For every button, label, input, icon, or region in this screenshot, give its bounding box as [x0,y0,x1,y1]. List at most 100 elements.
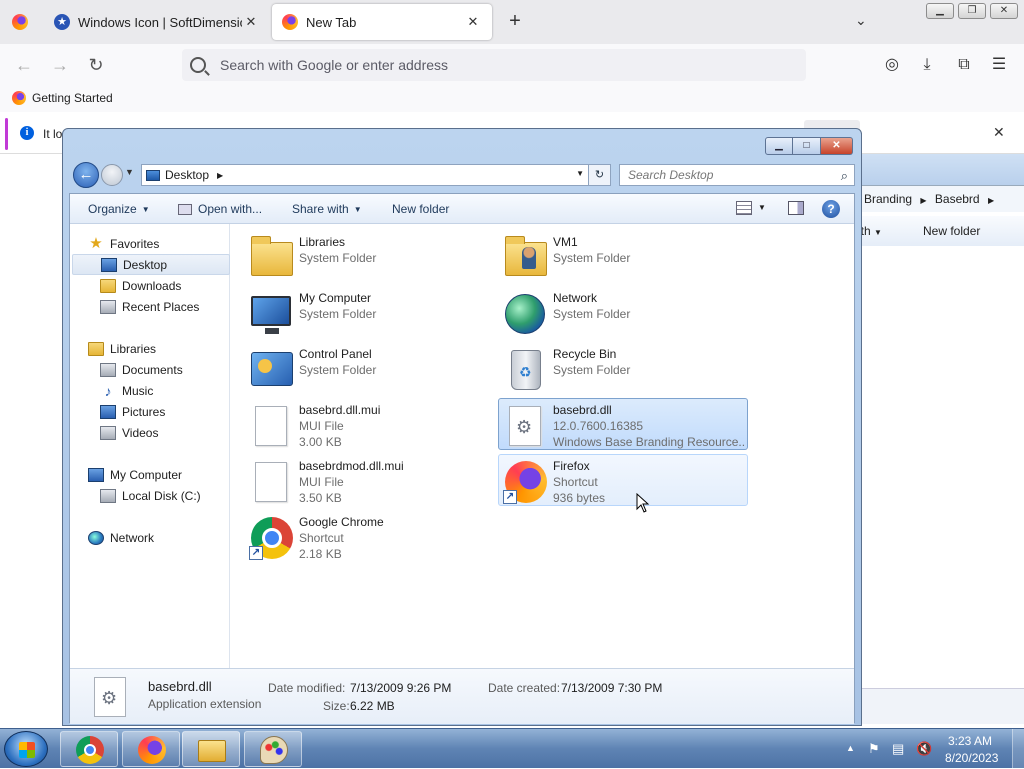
folder-icon [198,740,226,762]
bookmark-getting-started[interactable]: Getting Started [12,91,113,105]
restore-button[interactable]: ❐ [958,3,986,19]
taskbar: ▲ ⚑ ▤ 🔇 3:23 AM 8/20/2023 [0,728,1024,769]
tab-new-tab[interactable]: New Tab ✕ [272,4,492,40]
network-tray-icon[interactable]: ▤ [892,741,904,757]
list-item[interactable]: Network System Folder [498,286,748,338]
breadcrumb-item[interactable]: Branding [864,192,912,206]
pocket-icon[interactable]: ◎ [881,54,903,76]
list-item[interactable]: basebrd.dll.mui MUI File 3.00 KB [244,398,494,450]
list-item[interactable]: My Computer System Folder [244,286,494,338]
forward-button[interactable] [101,164,123,186]
sidebar-item-label: My Computer [110,467,183,482]
close-button[interactable]: ✕ [990,3,1018,19]
show-desktop-button[interactable] [1012,729,1024,769]
forward-button[interactable]: → [48,53,72,77]
list-item[interactable]: Control Panel System Folder [244,342,494,394]
list-item[interactable]: Recycle Bin System Folder [498,342,748,394]
minimize-button[interactable]: ▁ [765,137,793,155]
volume-muted-icon[interactable]: 🔇 [916,741,932,757]
libraries-icon [88,341,104,356]
minimize-button[interactable]: ▁ [926,3,954,19]
new-tab-button[interactable]: + [504,10,526,33]
sidebar-item-favorites[interactable]: ★ Favorites [88,233,228,254]
tab-softdimension[interactable]: ★ Windows Icon | SoftDimension ✕ [44,4,270,40]
background-explorer-window: Branding ▶ Basebrd ▶ ith ▼ New folder [858,154,1024,724]
menu-icon[interactable]: ☰ [988,54,1010,76]
breadcrumb[interactable]: Branding ▶ Basebrd ▶ [858,186,1024,212]
taskbar-paint[interactable] [244,731,302,767]
close-tab-icon[interactable]: ✕ [242,14,260,30]
list-item-selected[interactable]: basebrd.dll 12.0.7600.16385 Windows Base… [498,398,748,450]
firefox-icon [138,736,166,764]
dll-file-icon [501,402,549,448]
address-bar[interactable]: Desktop ▶ ▼ [141,164,589,186]
sidebar-item-local-disk[interactable]: Local Disk (C:) [100,485,228,506]
firefox-view-icon[interactable] [12,14,28,30]
item-version: 12.0.7600.16385 [553,419,644,433]
change-view-icon[interactable] [736,201,752,215]
show-hidden-icons[interactable]: ▲ [846,743,855,753]
start-button[interactable] [4,731,48,767]
maximize-button[interactable]: □ [793,137,821,155]
chevron-down-icon[interactable]: ⌄ [855,12,867,29]
sidebar-item-network[interactable]: Network [88,527,228,548]
taskbar-chrome[interactable] [60,731,118,767]
search-icon[interactable]: ⌕ [841,166,848,186]
sidebar-item-documents[interactable]: Documents [100,359,228,380]
chevron-down-icon[interactable]: ▼ [758,203,766,212]
clock-date[interactable]: 8/20/2023 [945,751,998,765]
title-bar[interactable]: ▁ □ ✕ [63,129,861,159]
sidebar-item-label: Music [122,383,154,398]
sidebar-item-downloads[interactable]: Downloads [100,275,228,296]
chevron-right-icon[interactable]: ▶ [217,171,223,180]
organize-button[interactable]: Organize ▼ [88,202,150,216]
sidebar-item-music[interactable]: ♪ Music [100,380,228,401]
breadcrumb-item[interactable]: Basebrd [935,192,980,206]
downloads-folder-icon [100,278,116,293]
breadcrumb-desktop[interactable]: Desktop [165,168,209,182]
taskbar-firefox[interactable] [122,731,180,767]
sidebar-item-label: Libraries [110,341,157,356]
list-item[interactable]: Libraries System Folder [244,230,494,282]
reload-button[interactable]: ↻ [84,53,108,77]
item-type: MUI File [299,419,344,433]
recent-pages-icon[interactable]: ▼ [125,167,134,177]
action-center-icon[interactable]: ⚑ [868,741,880,757]
dll-file-icon [94,677,126,717]
sidebar-item-my-computer[interactable]: My Computer [88,464,228,485]
size-value: 6.22 MB [350,699,395,713]
downloads-icon[interactable]: ⤓ [916,54,938,76]
open-with-button[interactable]: Open with... [178,202,262,216]
window-controls: ▁ ❐ ✕ [926,3,1018,19]
help-icon[interactable]: ? [822,200,840,218]
refresh-button[interactable]: ↻ [589,164,611,186]
close-button[interactable]: ✕ [821,137,853,155]
item-size: 2.18 KB [299,547,342,561]
sidebar-item-libraries[interactable]: Libraries [88,338,228,359]
libraries-icon [247,234,295,280]
back-button[interactable]: ← [73,162,99,188]
sidebar-item-videos[interactable]: Videos [100,422,228,443]
new-folder-button[interactable]: New folder [923,216,980,246]
taskbar-explorer[interactable] [182,731,240,767]
sidebar-item-recent-places[interactable]: Recent Places [100,296,228,317]
list-item-hover[interactable]: ↗ Firefox Shortcut 936 bytes [498,454,748,506]
preview-pane-icon[interactable] [788,201,804,215]
back-button[interactable]: ← [12,53,36,77]
extensions-icon[interactable]: ⧉ [953,54,975,76]
url-bar[interactable]: Search with Google or enter address [182,49,806,81]
list-item[interactable]: ↗ Google Chrome Shortcut 2.18 KB [244,510,494,562]
sidebar-item-pictures[interactable]: Pictures [100,401,228,422]
share-with-button[interactable]: Share with ▼ [292,202,362,216]
date-modified-label: Date modified: [268,681,346,695]
sidebar-item-desktop[interactable]: Desktop [72,254,230,275]
search-input[interactable]: Search Desktop ⌕ [619,164,855,186]
firefox-icon: ↗ [501,458,549,504]
clock-time[interactable]: 3:23 AM [948,734,992,748]
new-folder-button[interactable]: New folder [392,202,449,216]
close-icon[interactable]: ✕ [993,124,1005,141]
list-item[interactable]: VM1 System Folder [498,230,748,282]
chevron-down-icon[interactable]: ▼ [576,169,584,178]
list-item[interactable]: basebrdmod.dll.mui MUI File 3.50 KB [244,454,494,506]
close-tab-icon[interactable]: ✕ [464,14,482,30]
